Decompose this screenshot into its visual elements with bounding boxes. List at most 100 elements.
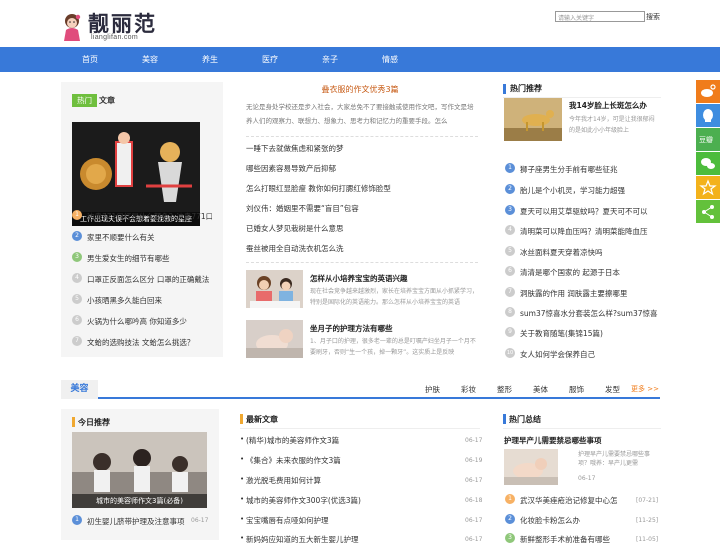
rank-badge: 1	[505, 163, 515, 173]
center-article-link[interactable]: 怎么打眼红显脸瘦 教你如何打腮红修饰脸型	[246, 183, 391, 194]
rank-badge: 9	[505, 327, 515, 337]
hot-article-link[interactable]: 迪奥771口红是什么颜色？迪奥771口	[87, 211, 212, 222]
more-link[interactable]: 更多 >>	[631, 384, 659, 394]
feature-image-english[interactable]	[246, 270, 303, 308]
hot-recommend-link[interactable]: 冰丝面料夏天穿着凉快吗	[520, 247, 660, 258]
hot-recommend-link[interactable]: 夏天可以用艾草驱蚊吗？夏天可不可以	[520, 206, 660, 217]
subtab-makeup[interactable]: 彩妆	[461, 384, 476, 395]
rank-badge: 5	[72, 294, 82, 304]
hot-recommend-link[interactable]: 胎儿是个小机灵，学习能力超强	[520, 185, 660, 196]
hot-recommend-feature-title[interactable]: 我14岁脸上长斑怎么办	[569, 100, 647, 111]
hot-summary-image[interactable]	[504, 449, 558, 485]
rank-badge: 8	[505, 307, 515, 317]
feature-image-postpartum[interactable]	[246, 320, 303, 358]
share-favorite[interactable]	[696, 176, 720, 199]
nav-beauty[interactable]: 美容	[142, 47, 158, 72]
section-marker	[72, 417, 75, 427]
search-button[interactable]: 搜索	[645, 11, 661, 22]
item-date: 06-19	[465, 457, 483, 464]
latest-article-link[interactable]: 《集合》未来衣服的作文3篇	[246, 455, 456, 466]
rank-badge: 2	[72, 231, 82, 241]
douban-icon: 豆瓣	[699, 135, 713, 144]
divider	[246, 262, 478, 263]
share-qq[interactable]	[696, 104, 720, 127]
share-icon	[702, 205, 714, 219]
nav-home[interactable]: 首页	[82, 47, 98, 72]
rank-badge: 5	[505, 246, 515, 256]
nav-medical[interactable]: 医疗	[262, 47, 278, 72]
subtab-clothing[interactable]: 服饰	[569, 384, 584, 395]
hot-recommend-link[interactable]: 关于教育随笔(集锦15篇)	[520, 328, 660, 339]
search-input[interactable]: 请输入关键字	[555, 11, 645, 22]
center-article-link[interactable]: 刘仪伟：婚姻里不需要“盲目”包容	[246, 203, 359, 214]
section-marker	[240, 414, 243, 424]
section-title-beauty[interactable]: 美容	[61, 380, 98, 399]
hot-summary-feature-desc: 护理早产儿需要禁忌哪些事项？哦养：早产儿更需	[578, 451, 651, 467]
item-date: [11-25]	[636, 517, 659, 524]
hot-recommend-link[interactable]: sum37惊喜水分套装怎么样?sum37惊喜	[520, 308, 660, 319]
cheetah-icon	[504, 98, 562, 141]
subtab-body[interactable]: 美体	[533, 384, 548, 395]
hot-article-link[interactable]: 家里不顺要什么有关	[87, 232, 212, 243]
feature-title-postpartum[interactable]: 坐月子的护理方法有哪些	[310, 323, 393, 334]
bullet-icon: •	[240, 435, 245, 443]
share-douban[interactable]: 豆瓣	[696, 128, 720, 151]
today-recommend-image[interactable]: 城市的美容师作文3篇(必备)	[72, 432, 207, 508]
hot-recommend-link[interactable]: 洞肤露的作用 润肤露主要擦哪里	[520, 288, 660, 299]
qq-icon	[703, 109, 713, 122]
subtab-skincare[interactable]: 护肤	[425, 384, 440, 395]
hot-summary-link[interactable]: 化妆脸卡粉怎么办	[520, 515, 632, 526]
feature-title-english[interactable]: 怎样从小培养宝宝的英语兴趣	[310, 273, 408, 284]
share-weibo[interactable]	[696, 80, 720, 103]
item-date: 06-17	[465, 517, 483, 524]
center-article-link[interactable]: 哪些因素容易导致产后抑郁	[246, 163, 336, 174]
wechat-icon	[701, 158, 715, 169]
rank-badge: 4	[72, 273, 82, 283]
hot-article-link[interactable]: 口罩正反面怎么区分 口罩的正确戴法	[87, 274, 212, 285]
nav-emotion[interactable]: 情感	[382, 47, 398, 72]
latest-article-link[interactable]: 宝宝嘴唇有点哑如何护理	[246, 515, 456, 526]
hot-recommend-link[interactable]: 狮子座男生分手前有哪些征兆	[520, 164, 660, 175]
divider	[240, 428, 480, 429]
hot-article-link[interactable]: 小孩晒黑多久能白回来	[87, 295, 212, 306]
latest-article-link[interactable]: 城市的美容师作文300字(优选3篇)	[246, 495, 456, 506]
bullet-icon: •	[240, 455, 245, 463]
hot-article-link[interactable]: 火锅为什么哪吟高 你知道多少	[87, 316, 212, 327]
feature-desc-postpartum: 1、月子口的护理，很多老一辈的总是叮嘱产妇坐月子一个月不要刷牙，否则“生一个孩，…	[310, 338, 476, 356]
center-summary: 无论是身处学校还是步入社会，大家总免不了要接触或使用作文吧，写作文是培养人们的观…	[246, 103, 474, 125]
bullet-icon: •	[240, 495, 245, 503]
rank-badge: 1	[505, 494, 515, 504]
hot-recommend-link[interactable]: 清明菜可以降血压吗？清明菜能降血压	[520, 226, 660, 237]
hot-summary-feature-title[interactable]: 护理早产儿需要禁忌哪些事项	[504, 435, 602, 446]
center-article-link[interactable]: 已婚女人梦见栽树是什么意思	[246, 223, 344, 234]
hot-summary-link[interactable]: 武汉华美痤疮治记修复中心怎	[520, 495, 632, 506]
baby-care-icon	[246, 320, 303, 358]
hot-recommend-feature-desc: 今年我才14岁，可是让我很郁闷的是如此小小年级脸上	[569, 116, 655, 134]
site-logo[interactable]: 靓丽范 lianglifan.com	[60, 10, 170, 44]
item-date: 06-17	[465, 437, 483, 444]
subtab-plastic[interactable]: 整形	[497, 384, 512, 395]
center-article-link[interactable]: 一睡下去就做焦虑和紧张的梦	[246, 143, 344, 154]
hot-recommend-image[interactable]	[504, 98, 562, 141]
latest-article-link[interactable]: (精华)城市的美容师作文3篇	[246, 435, 456, 446]
center-article-link[interactable]: 蚕丝被用全自动洗衣机怎么洗	[246, 243, 344, 254]
hot-recommend-link[interactable]: 清清是哪个国家的 起源于日本	[520, 267, 660, 278]
latest-article-link[interactable]: 激光脱毛费用如何计算	[246, 475, 456, 486]
hot-article-link[interactable]: 男生爱女生的细节有哪些	[87, 253, 212, 264]
rank-badge: 6	[505, 266, 515, 276]
nav-health[interactable]: 养生	[202, 47, 218, 72]
subtab-hair[interactable]: 发型	[605, 384, 620, 395]
nav-parenting[interactable]: 亲子	[322, 47, 338, 72]
rank-badge: 3	[72, 252, 82, 262]
weibo-icon	[701, 84, 716, 97]
share-more[interactable]	[696, 200, 720, 223]
center-headline[interactable]: 叠衣服的作文优秀3篇	[240, 84, 480, 95]
hot-article-link[interactable]: 文蛤的选购技法 文蛤怎么挑选？	[87, 337, 212, 348]
divider	[503, 428, 661, 429]
share-wechat[interactable]	[696, 152, 720, 175]
item-date: 06-18	[465, 497, 483, 504]
rank-badge: 3	[505, 533, 515, 543]
hot-panel-title: 文章	[99, 96, 115, 105]
today-recommend-link[interactable]: 初生婴儿脐带护理及注意事项	[87, 516, 187, 527]
hot-recommend-link[interactable]: 女人如何学会保养自己	[520, 349, 660, 360]
